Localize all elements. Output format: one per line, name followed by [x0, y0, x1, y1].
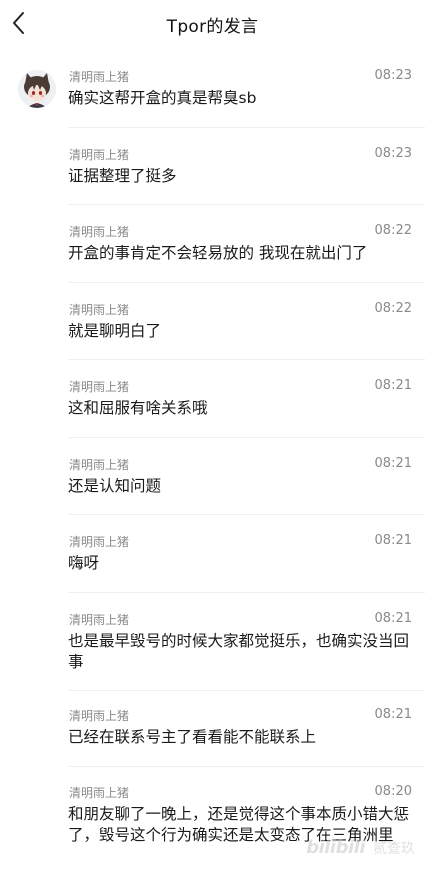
- message-time: 08:22: [374, 223, 412, 238]
- message-text: 嗨呀: [68, 554, 100, 572]
- message-text: 这和屈服有啥关系哦: [68, 399, 208, 417]
- sender-name: 清明雨上猪: [69, 70, 130, 84]
- page-title: Tpor的发言: [166, 17, 259, 37]
- divider: [68, 282, 425, 283]
- sender-name: 清明雨上猪: [69, 148, 130, 162]
- message-time: 08:22: [374, 301, 412, 316]
- sender-name: 清明雨上猪: [69, 303, 130, 317]
- sender-name: 清明雨上猪: [69, 709, 130, 723]
- message-text: 就是聊明白了: [68, 322, 162, 340]
- sender-name: 清明雨上猪: [69, 458, 130, 472]
- divider: [68, 514, 425, 515]
- message-time: 08:23: [374, 68, 412, 83]
- message-time: 08:21: [374, 611, 412, 626]
- message-text: 已经在联系号主了看看能不能联系上: [68, 728, 317, 746]
- sender-name: 清明雨上猪: [69, 786, 130, 800]
- divider: [68, 690, 425, 691]
- sender-name: 清明雨上猪: [69, 535, 130, 549]
- watermark: bilibili 贰查玖: [306, 837, 415, 858]
- bilibili-logo: bilibili: [306, 837, 365, 858]
- watermark-text: 贰查玖: [373, 840, 415, 857]
- sender-name: 清明雨上猪: [69, 380, 130, 394]
- message-text: 确实这帮开盒的真是帮臭sb: [68, 89, 257, 107]
- message-time: 08:21: [374, 378, 412, 393]
- message-text: 开盒的事肯定不会轻易放的 我现在就出门了: [68, 244, 368, 262]
- message-time: 08:21: [374, 456, 412, 471]
- message-time: 08:21: [374, 707, 412, 722]
- top-bar: Tpor的发言: [0, 0, 425, 48]
- divider: [68, 437, 425, 438]
- message-text: 证据整理了挺多: [68, 167, 177, 185]
- sender-name: 清明雨上猪: [69, 225, 130, 239]
- message-time: 08:20: [374, 784, 412, 799]
- divider: [68, 592, 425, 593]
- message-text: 也是最早毁号的时候大家都觉挺乐，也确实没当回事: [68, 632, 410, 671]
- divider: [68, 766, 425, 767]
- message-time: 08:23: [374, 146, 412, 161]
- user-avatar[interactable]: [18, 70, 56, 108]
- anime-avatar-icon: [18, 70, 56, 108]
- chat-history-page: Tpor的发言 清明雨上猪 08:23 确实这帮开盒的真是帮臭sb 清明雨上猪 …: [0, 0, 425, 870]
- message-text: 还是认知问题: [68, 477, 162, 495]
- sender-name: 清明雨上猪: [69, 613, 130, 627]
- divider: [68, 359, 425, 360]
- divider: [68, 204, 425, 205]
- message-time: 08:21: [374, 533, 412, 548]
- divider: [68, 127, 425, 128]
